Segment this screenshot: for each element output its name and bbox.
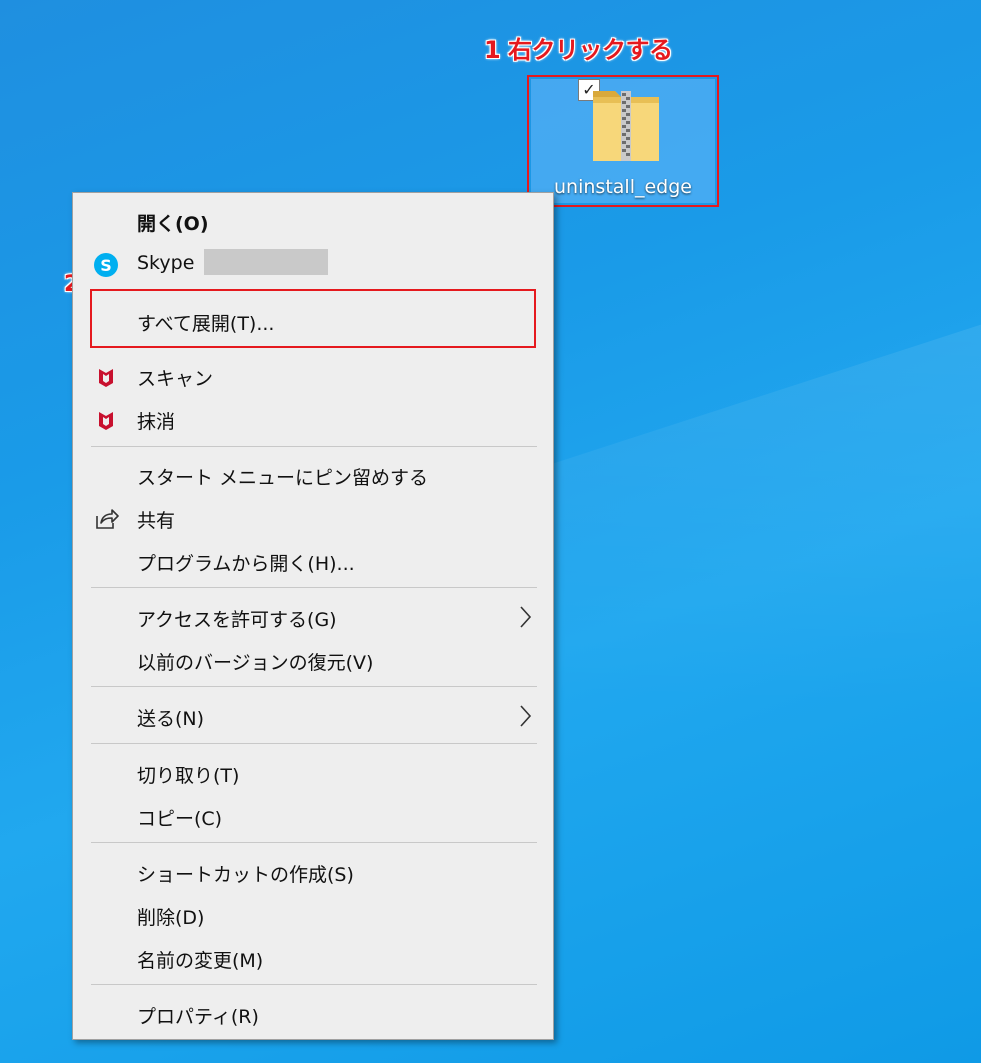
menu-separator [91,587,537,588]
menu-item-label: 以前のバージョンの復元(V) [137,652,374,674]
menu-item-restore-versions[interactable]: 以前のバージョンの復元(V) [73,640,553,680]
annotation-highlight-icon [527,75,719,207]
menu-item-create-shortcut[interactable]: ショートカットの作成(S) [73,852,553,892]
menu-item-open[interactable]: 開く(O) [73,201,553,241]
menu-separator [91,984,537,985]
menu-item-properties[interactable]: プロパティ(R) [73,994,553,1034]
menu-item-pin-start[interactable]: スタート メニューにピン留めする [73,455,553,495]
menu-item-cut[interactable]: 切り取り(T) [73,753,553,793]
menu-separator [91,743,537,744]
menu-item-label: 共有 [137,510,176,532]
menu-item-label: 抹消 [137,411,176,433]
svg-text:S: S [100,256,112,275]
skype-icon: S [94,253,118,277]
menu-item-copy[interactable]: コピー(C) [73,796,553,836]
menu-item-label: プログラムから開く(H)... [137,553,355,575]
menu-item-label: スタート メニューにピン留めする [137,467,429,489]
menu-item-label: 開く(O) [137,213,209,235]
menu-separator [91,446,537,447]
menu-item-send-to[interactable]: 送る(N) [73,696,553,736]
annotation-highlight-extract-all [90,289,536,348]
menu-item-scan[interactable]: スキャン [73,356,553,396]
menu-separator [91,686,537,687]
menu-item-give-access[interactable]: アクセスを許可する(G) [73,597,553,637]
chevron-right-icon [520,606,532,628]
menu-item-label: ショートカットの作成(S) [137,864,354,886]
share-icon [96,509,119,529]
redacted-text-block [204,249,328,275]
menu-item-delete[interactable]: 削除(D) [73,895,553,935]
menu-separator [91,842,537,843]
menu-item-label: アクセスを許可する(G) [137,609,337,631]
menu-item-label: 送る(N) [137,708,205,730]
menu-item-label: プロパティ(R) [137,1006,259,1028]
menu-item-label: 切り取り(T) [137,765,240,787]
mcafee-icon [99,412,113,430]
context-menu: 開く(O) S Skype すべて展開(T)... スキャン 抹消 スタート メ… [72,192,554,1040]
menu-item-label: スキャン [137,368,214,390]
menu-item-label: Skype [137,252,195,274]
menu-item-label: 削除(D) [137,907,205,929]
chevron-right-icon [520,705,532,727]
menu-item-open-with[interactable]: プログラムから開く(H)... [73,541,553,581]
menu-item-label: コピー(C) [137,808,223,830]
annotation-step1: 1 右クリックする [484,36,673,64]
mcafee-icon [99,369,113,387]
menu-item-share[interactable]: 共有 [73,498,553,538]
menu-item-rename[interactable]: 名前の変更(M) [73,938,553,978]
menu-item-label: 名前の変更(M) [137,950,264,972]
menu-item-shred[interactable]: 抹消 [73,399,553,439]
